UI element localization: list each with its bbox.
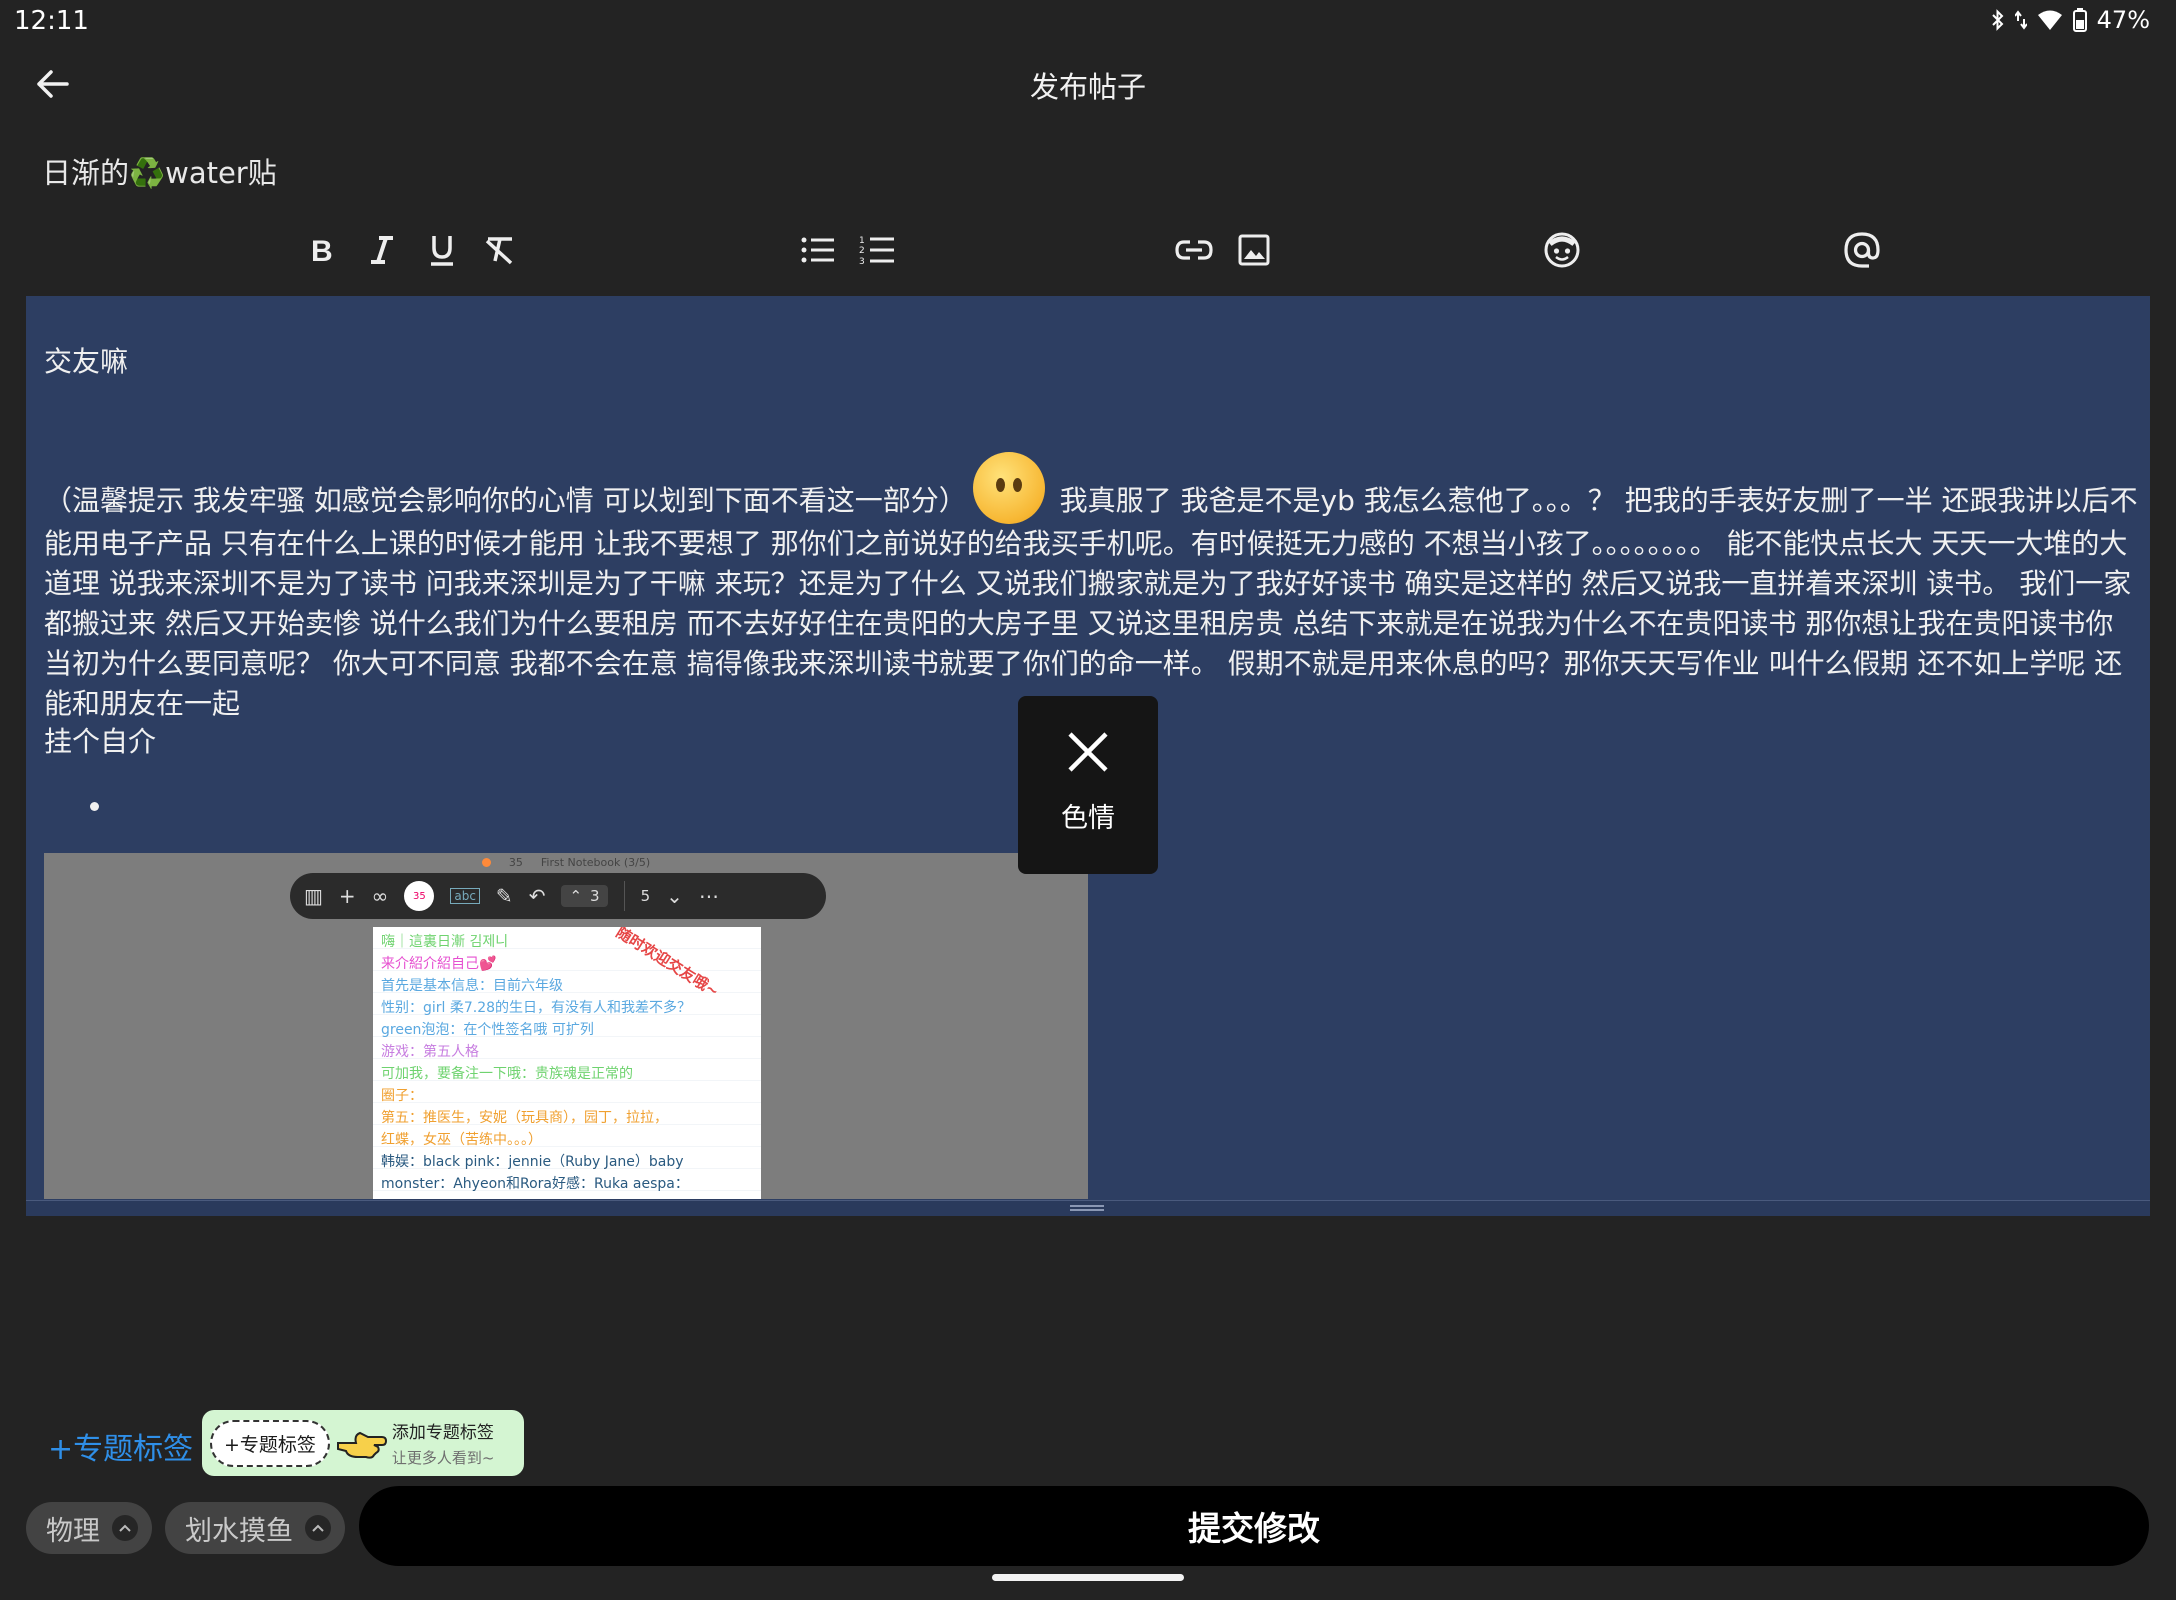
- editor-body-text: （温馨提示 我发牢骚 如感觉会影响你的心情 可以划到下面不看这一部分） 我真服了…: [44, 452, 2140, 724]
- italic-button[interactable]: [354, 222, 410, 278]
- link-button[interactable]: [1166, 222, 1222, 278]
- submit-button[interactable]: 提交修改: [359, 1486, 2149, 1566]
- tip-topic-chip: +专题标签: [210, 1419, 330, 1467]
- text-box-icon: abc: [450, 888, 480, 904]
- page-current: 3: [590, 887, 600, 905]
- record-dot-icon: [481, 857, 491, 867]
- bullet-list-icon: [801, 237, 834, 263]
- notebook-status-line: 35 First Notebook (3/5): [44, 853, 1088, 871]
- status-icons: 47%: [1991, 6, 2150, 34]
- notebook-line: 游戏：第五人格: [381, 1044, 479, 1060]
- embedded-image[interactable]: 35 First Notebook (3/5) ▥ + ∞ 35 abc ✎ ↶…: [44, 853, 1088, 1199]
- pointing-hand-icon: [336, 1431, 387, 1459]
- drag-grip-icon: [1070, 1205, 1104, 1211]
- topic-tip-bubble[interactable]: +专题标签 添加专题标签 让更多人看到~: [202, 1410, 524, 1476]
- caret-down-icon: ⌄: [666, 884, 683, 908]
- notebook-line: 圈子：: [381, 1088, 423, 1104]
- tag-label: 划水摸鱼: [185, 1515, 293, 1547]
- tip-title: 添加专题标签: [391, 1423, 494, 1443]
- chevron-up-icon[interactable]: [305, 1515, 331, 1541]
- close-icon: [1068, 732, 1108, 772]
- notebook-line: 性别：girl 柔7.28的生日，有没有人和我差不多？: [381, 1000, 692, 1016]
- battery-percent: 47%: [2096, 6, 2150, 34]
- divider: [623, 881, 625, 911]
- notebook-toolbar: ▥ + ∞ 35 abc ✎ ↶ ⌃ 3 5 ⌄ ⋯: [290, 873, 826, 919]
- status-bar: 12:11 47%: [0, 0, 2176, 44]
- bullet-list-button[interactable]: [790, 222, 846, 278]
- notebook-count: 35: [508, 855, 523, 869]
- bluetooth-icon: [1991, 9, 2005, 31]
- page-title: 发布帖子: [1029, 70, 1146, 104]
- at-icon: [1844, 232, 1880, 268]
- underline-button[interactable]: [414, 222, 470, 278]
- tip-subtitle: 让更多人看到~: [391, 1449, 495, 1467]
- library-icon: ▥: [304, 884, 323, 908]
- status-time: 12:11: [14, 6, 89, 36]
- emoji-icon: [1544, 232, 1580, 268]
- numbered-list-button[interactable]: 123: [849, 222, 905, 278]
- clear-format-icon: [485, 237, 513, 265]
- editor-resize-handle[interactable]: [26, 1200, 2150, 1216]
- notebook-line: monster：Ahyeon和Rora好感：Ruka aespa：: [381, 1176, 689, 1192]
- emoji-button[interactable]: [1534, 222, 1590, 278]
- pen-icon: ✎: [495, 884, 513, 908]
- italic-icon: [371, 236, 393, 264]
- battery-icon: [2072, 8, 2087, 32]
- mention-button[interactable]: [1834, 222, 1890, 278]
- post-title-input[interactable]: 日渐的♻️water贴: [42, 150, 277, 192]
- bold-button[interactable]: B: [294, 222, 350, 278]
- image-icon: [1238, 234, 1270, 266]
- tag-chip-slacking[interactable]: 划水摸鱼: [165, 1502, 345, 1554]
- caret-up-icon: ⌃: [569, 887, 583, 905]
- undo-icon: ↶: [528, 884, 546, 908]
- notebook-line: 嗨｜這裏日漸 김제니: [381, 934, 509, 950]
- empty-bullet-item[interactable]: [90, 802, 99, 811]
- app-header: 发布帖子: [0, 50, 2176, 120]
- add-topic-link[interactable]: +专题标签: [48, 1424, 193, 1468]
- format-toolbar: B 123: [0, 222, 2176, 278]
- face-without-mouth-emoji-icon: [972, 452, 1045, 524]
- numbered-list-icon: 123: [859, 236, 894, 266]
- notebook-page: 嗨｜這裏日漸 김제니 来介紹介紹自己💕 首先是基本信息：目前六年级 性别：girl 柔…: [373, 927, 761, 1199]
- more-icon: ⋯: [698, 884, 719, 908]
- chevron-up-icon[interactable]: [112, 1515, 138, 1541]
- svg-text:3: 3: [859, 257, 865, 266]
- svg-text:2: 2: [859, 246, 865, 256]
- lasso-icon: ∞: [371, 884, 389, 908]
- notebook-name: First Notebook (3/5): [540, 855, 651, 869]
- brush-size: 35: [404, 881, 435, 911]
- body-part-2: 我真服了 我爸是不是yb 我怎么惹他了。。。？ 把我的手表好友删了一半 还跟我讲…: [44, 484, 2138, 720]
- editor-heading-intro: 挂个自介: [44, 725, 157, 758]
- underline-icon: [431, 236, 453, 266]
- notebook-line: 红蝶，女巫（苦练中。。。）: [381, 1132, 542, 1148]
- notebook-line: 韩娱：black pink：jennie（Ruby Jane）baby: [381, 1154, 684, 1170]
- page-total: 5: [640, 887, 651, 905]
- notebook-line: 第五：推医生，安妮（玩具商），园丁，拉拉，: [381, 1110, 668, 1126]
- notebook-line: green泡泡：在个性签名哦 可扩列: [381, 1022, 594, 1038]
- image-button[interactable]: [1226, 222, 1282, 278]
- bold-icon: B: [311, 235, 333, 265]
- svg-text:B: B: [311, 235, 333, 265]
- tag-label: 物理: [46, 1515, 100, 1547]
- plus-icon: +: [338, 884, 356, 908]
- tag-chip-physics[interactable]: 物理: [26, 1502, 152, 1554]
- link-icon: [1175, 240, 1213, 260]
- home-indicator[interactable]: [992, 1574, 1184, 1581]
- moderation-toast: 色情: [1018, 696, 1158, 874]
- data-arrows-icon: [2014, 9, 2027, 31]
- wifi-icon: [2037, 9, 2063, 31]
- clear-format-button[interactable]: [472, 222, 528, 278]
- notebook-line: 可加我，要备注一下哦：贵族魂是正常的: [381, 1066, 633, 1082]
- page-navigator: ⌃ 3: [561, 885, 608, 907]
- editor-heading-friend: 交友嘛: [44, 345, 129, 378]
- body-part-1: （温馨提示 我发牢骚 如感觉会影响你的心情 可以划到下面不看这一部分）: [44, 484, 967, 517]
- tip-texts: 添加专题标签 让更多人看到~: [392, 1418, 495, 1468]
- toast-text: 色情: [1061, 803, 1115, 834]
- svg-text:1: 1: [859, 236, 865, 246]
